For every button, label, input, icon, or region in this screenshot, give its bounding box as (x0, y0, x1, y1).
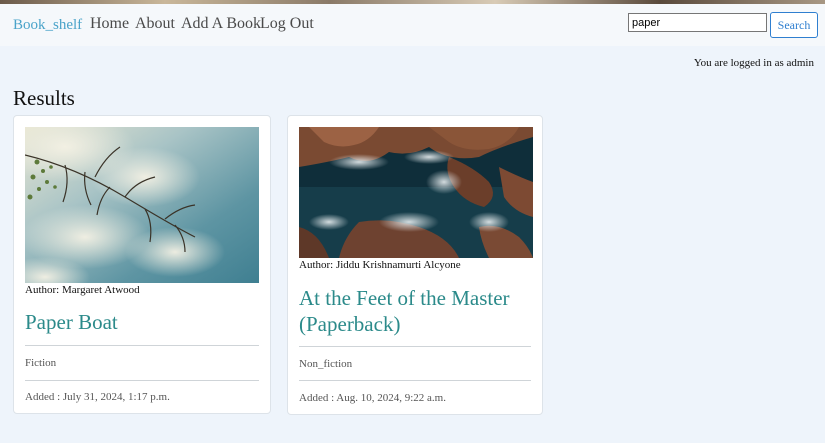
book-cover-image[interactable] (299, 127, 533, 258)
book-cover-image[interactable] (25, 127, 259, 283)
book-card-paper-boat: Author: Margaret Atwood Paper Boat Ficti… (13, 115, 271, 414)
book-added-date: Added : July 31, 2024, 1:17 p.m. (25, 391, 170, 403)
book-category: Fiction (25, 357, 57, 369)
book-added-date: Added : Aug. 10, 2024, 9:22 a.m. (299, 392, 446, 404)
nav-link-add-book[interactable]: Add A Book (181, 15, 261, 33)
book-category: Non_fiction (299, 358, 353, 370)
brand-logo-link[interactable]: Book_shelf (13, 17, 82, 34)
book-card-feet-of-master: Author: Jiddu Krishnamurti Alcyone At th… (287, 115, 543, 415)
search-input[interactable] (628, 13, 767, 32)
nav-link-logout[interactable]: Log Out (260, 15, 314, 33)
book-author: Author: Margaret Atwood (25, 284, 140, 296)
nav-link-about[interactable]: About (135, 15, 175, 33)
book-author: Author: Jiddu Krishnamurti Alcyone (299, 259, 461, 271)
nav-link-home[interactable]: Home (90, 15, 129, 33)
book-title-link[interactable]: At the Feet of the Master (Paperback) (299, 285, 532, 337)
book-title-link[interactable]: Paper Boat (25, 309, 260, 335)
card-divider (25, 345, 259, 346)
search-button[interactable]: Search (770, 12, 818, 38)
login-status-text: You are logged in as admin (693, 57, 814, 69)
results-heading: Results (13, 86, 75, 110)
card-divider (299, 380, 531, 381)
navbar: Book_shelf Home About Add A Book Log Out… (0, 4, 825, 46)
card-divider (299, 346, 531, 347)
card-divider (25, 380, 259, 381)
